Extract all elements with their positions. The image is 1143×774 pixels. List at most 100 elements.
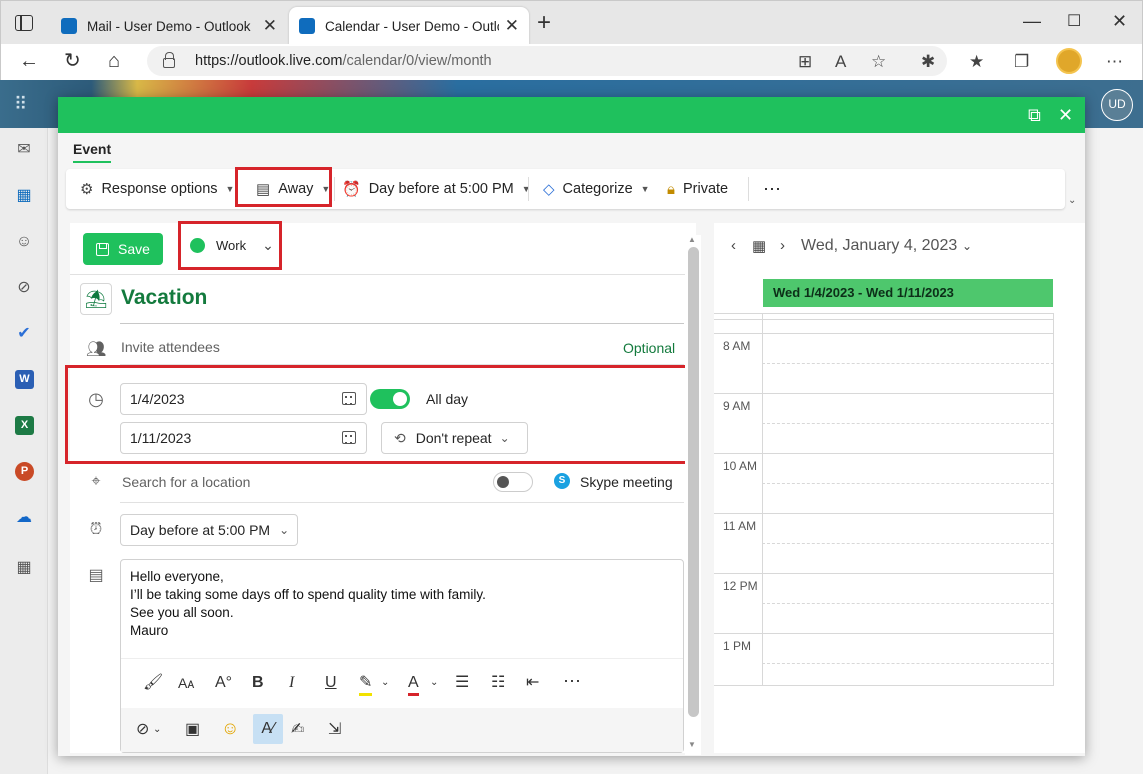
close-window-icon[interactable]: ✕ (1112, 11, 1127, 32)
event-preview-bar[interactable]: Wed 1/4/2023 - Wed 1/11/2023 (763, 279, 1053, 307)
more-formatting-icon[interactable]: ⋯ (563, 671, 581, 691)
chevron-down-icon[interactable]: ⌄ (381, 673, 389, 693)
save-icon (96, 242, 110, 256)
maximize-icon[interactable]: ☐ (1067, 11, 1081, 31)
grid-line (714, 573, 1054, 574)
calendar-icon[interactable]: ▦ (14, 186, 34, 206)
tab-calendar[interactable]: Calendar - User Demo - Outlook ✕ (289, 7, 529, 45)
extensions-icon[interactable]: ✱ (921, 52, 935, 72)
people-icon[interactable]: ☺ (14, 232, 34, 252)
new-tab-icon[interactable]: + (537, 11, 551, 35)
tab-mail[interactable]: Mail - User Demo - Outlook ✕ (51, 7, 287, 45)
emoji-icon[interactable]: ☺ (221, 718, 239, 738)
title-underline (120, 323, 684, 324)
bullets-icon[interactable]: ☰ (455, 673, 469, 693)
previous-day-icon[interactable]: ‹ (731, 237, 736, 254)
highlight-dates (65, 365, 690, 464)
avatar[interactable]: UD (1101, 89, 1133, 121)
chevron-down-icon[interactable]: ⌄ (153, 720, 161, 740)
palm-tree-icon[interactable]: ⛱ (80, 283, 112, 315)
save-button[interactable]: Save (83, 233, 163, 265)
apps-icon[interactable]: ⊞ (798, 52, 812, 72)
go-to-today-icon[interactable]: ▦ (752, 237, 766, 255)
event-dialog: ⧉ ✕ Event ⚙ Response options ▼ ▤ Away ▼ … (58, 97, 1085, 756)
mail-icon[interactable]: ✉ (14, 140, 34, 160)
address-bar-row: ← ↻ ⌂ https://outlook.live.com/calendar/… (0, 44, 1143, 80)
image-icon[interactable]: ▣ (185, 720, 200, 740)
close-tab-icon[interactable]: ✕ (263, 16, 277, 36)
refresh-icon[interactable]: ↻ (64, 50, 81, 72)
reminder-button[interactable]: ⏰ Day before at 5:00 PM ▼ (342, 169, 531, 209)
grid-line (714, 333, 1054, 334)
profile-avatar[interactable] (1056, 48, 1082, 74)
bold-icon[interactable]: B (252, 673, 264, 693)
hour-label: 1 PM (723, 639, 752, 653)
app-rail: ✉ ▦ ☺ ⊘ ✔ W X P ☁ ▦ (0, 128, 48, 774)
categorize-button[interactable]: ◇ Categorize ▼ (543, 169, 650, 209)
excel-icon[interactable]: X (15, 416, 34, 435)
font-color-icon[interactable]: A (408, 673, 419, 696)
form-scrollbar[interactable]: ▲ ▼ (685, 235, 701, 755)
indent-icon[interactable]: ⇤ (526, 673, 539, 693)
favorites-icon[interactable]: ★ (969, 52, 984, 72)
underline-icon[interactable]: U (325, 673, 337, 693)
more-apps-icon[interactable]: ▦ (14, 558, 34, 578)
skype-meeting-toggle[interactable] (493, 472, 533, 492)
sliders-icon: ⚙ (80, 181, 94, 198)
reminder-label: Day before at 5:00 PM (368, 181, 514, 197)
close-icon[interactable]: ✕ (1058, 105, 1073, 125)
favorite-add-icon[interactable]: ☆ (871, 52, 886, 72)
invite-attendees-input[interactable]: Invite attendees (121, 339, 220, 355)
next-day-icon[interactable]: › (780, 237, 785, 254)
format-painter-icon[interactable]: 🖌︎ (143, 673, 163, 693)
hour-label: 9 AM (723, 399, 751, 413)
scroll-down-icon[interactable]: ▼ (688, 740, 696, 749)
tab-event[interactable]: Event (73, 141, 112, 163)
event-title-input[interactable]: Vacation (121, 286, 207, 310)
more-icon[interactable]: ⋯ (1106, 52, 1123, 72)
chevron-down-icon[interactable]: ⌄ (962, 239, 972, 253)
url-field[interactable]: https://outlook.live.com/calendar/0/view… (147, 46, 947, 76)
collections-icon[interactable]: ❐ (1014, 52, 1029, 72)
highlight-icon[interactable]: ✎ (359, 673, 373, 696)
home-icon[interactable]: ⌂ (108, 50, 120, 72)
grid-line (762, 313, 763, 685)
hour-label: 10 AM (723, 459, 758, 473)
attachment-icon[interactable]: ⊘ (14, 278, 34, 298)
font-size-icon[interactable]: A° (215, 673, 232, 693)
location-input[interactable]: Search for a location (122, 474, 250, 490)
lock-icon: 🔒︎ (667, 180, 675, 198)
calendar-date-heading[interactable]: Wed, January 4, 2023 (801, 237, 957, 255)
minimize-icon[interactable]: — (1023, 11, 1041, 32)
app-launcher-icon[interactable]: ⠿ (14, 94, 27, 115)
tab-actions-icon[interactable] (15, 15, 33, 31)
text-style-icon[interactable]: A⁄ (253, 714, 283, 744)
italic-icon[interactable]: I (289, 673, 294, 693)
scrollbar-thumb[interactable] (688, 247, 699, 717)
signature-icon[interactable]: ✍︎ (291, 720, 304, 740)
private-button[interactable]: 🔒︎ Private (667, 169, 728, 209)
scroll-up-icon[interactable]: ▲ (688, 235, 696, 244)
reminder-dropdown[interactable]: Day before at 5:00 PM ⌄ (120, 514, 298, 546)
close-tab-icon[interactable]: ✕ (505, 16, 519, 36)
read-aloud-icon[interactable]: A (835, 52, 846, 72)
back-icon[interactable]: ← (19, 50, 39, 72)
font-icon[interactable]: Aᴀ (178, 673, 194, 693)
response-options-button[interactable]: ⚙ Response options ▼ (80, 169, 234, 209)
ribbon-expand-icon[interactable]: ⌄ (1068, 195, 1076, 206)
numbering-icon[interactable]: ☷ (491, 673, 505, 693)
grid-line (714, 513, 1054, 514)
powerpoint-icon[interactable]: P (15, 462, 34, 481)
optional-attendees-link[interactable]: Optional (623, 340, 675, 356)
onedrive-icon[interactable]: ☁ (14, 508, 34, 528)
grid-line (762, 603, 1054, 604)
pop-out-icon[interactable]: ⧉ (1028, 105, 1041, 125)
loop-icon[interactable]: ⇲ (328, 720, 341, 740)
event-body-editor[interactable]: Hello everyone, I’ll be taking some days… (120, 559, 684, 753)
chevron-down-icon[interactable]: ⌄ (430, 673, 438, 693)
add-people-icon: 👥︎ (86, 341, 107, 358)
attach-icon[interactable]: ⊘ (136, 720, 149, 740)
word-icon[interactable]: W (15, 370, 34, 389)
more-options-button[interactable]: ⋯ (763, 169, 781, 209)
todo-icon[interactable]: ✔ (14, 324, 34, 344)
